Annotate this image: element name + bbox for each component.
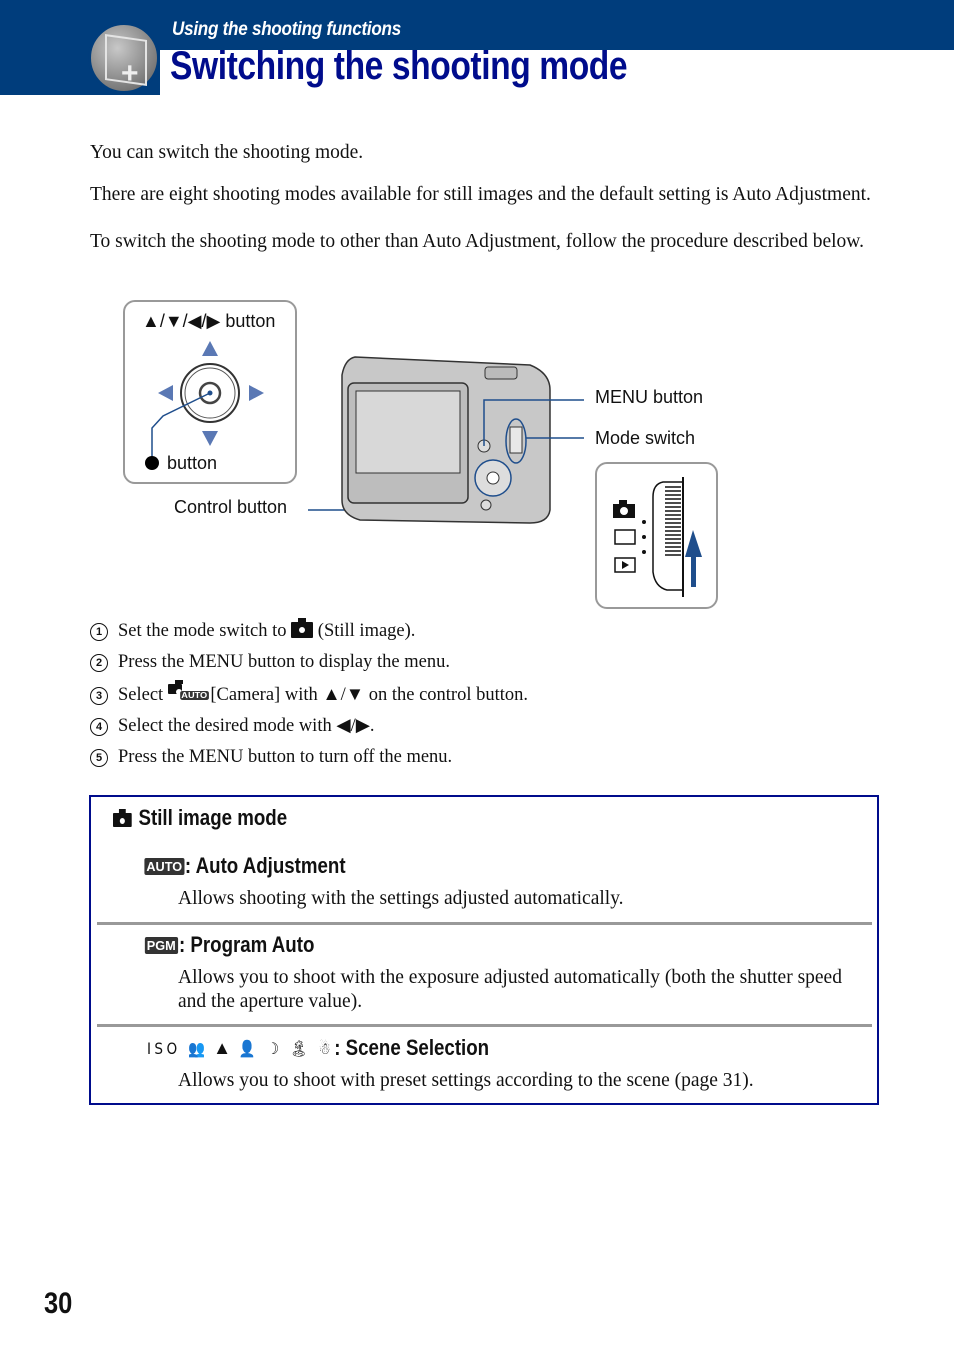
step-3: 3 Select AUTO [Camera] with ▲/▼ on the con…	[90, 680, 528, 706]
mode-switch-detail	[595, 462, 718, 609]
intro-paragraph-3: To switch the shooting mode to other tha…	[90, 231, 864, 252]
menu-button-label: MENU button	[595, 387, 704, 407]
page-number: 30	[44, 1287, 73, 1320]
auto-icon: AUTO	[144, 858, 185, 875]
still-image-mode-panel: Still image mode AUTO: Auto Adjustment A…	[89, 795, 879, 1105]
intro-paragraph-1: You can switch the shooting mode.	[90, 142, 364, 163]
program-auto-heading: PGM: Program Auto	[144, 932, 315, 957]
still-image-mode-heading: Still image mode	[113, 805, 287, 831]
up-direction-arrow-icon	[691, 552, 696, 587]
center-button-label: button	[167, 453, 218, 473]
intro-paragraph-2: There are eight shooting modes available…	[90, 184, 871, 205]
auto-adjustment-desc: Allows shooting with the settings adjust…	[178, 888, 624, 909]
camera-icon	[291, 618, 314, 638]
step-1: 1 Set the mode switch to (Still image).	[90, 618, 415, 642]
control-button-label: Control button	[174, 497, 288, 517]
pgm-icon: PGM	[144, 937, 178, 954]
step-5: 5 Press the MENU button to turn off the m…	[90, 747, 452, 768]
camera-icon	[113, 809, 132, 827]
movie-icon	[614, 529, 636, 545]
left-arrow-icon	[158, 385, 173, 401]
mode-switch-label: Mode switch	[595, 428, 696, 448]
camera-plus-icon: +	[88, 22, 160, 94]
step-4: 4 Select the desired mode with ◀/▶.	[90, 715, 375, 737]
divider	[97, 922, 872, 925]
down-arrow-icon	[202, 431, 218, 446]
center-button-dot-icon	[145, 456, 159, 470]
scene-selection-desc: Allows you to shoot with preset settings…	[178, 1070, 754, 1091]
up-arrow-icon	[202, 341, 218, 356]
right-arrow-icon	[249, 385, 264, 401]
camera-illustration	[308, 356, 584, 524]
program-auto-desc: Allows you to shoot with the exposure ad…	[178, 967, 842, 1012]
scene-selection-heading: ISO 👥 ⛰ 👤 ☽ 🏝 ☃: Scene Selection	[147, 1035, 490, 1060]
auto-adjustment-heading: AUTO: Auto Adjustment	[144, 853, 346, 878]
arrows-button-label: ▲/▼/◀/▶ button	[142, 311, 276, 331]
page-title: Switching the shooting mode	[170, 44, 628, 88]
step-2: 2 Press the MENU button to display the me…	[90, 652, 450, 673]
divider	[97, 1024, 872, 1027]
section-label: Using the shooting functions	[172, 19, 401, 40]
scene-mode-icons: ISO 👥 ⛰ 👤 ☽ 🏝 ☃	[147, 1039, 335, 1058]
